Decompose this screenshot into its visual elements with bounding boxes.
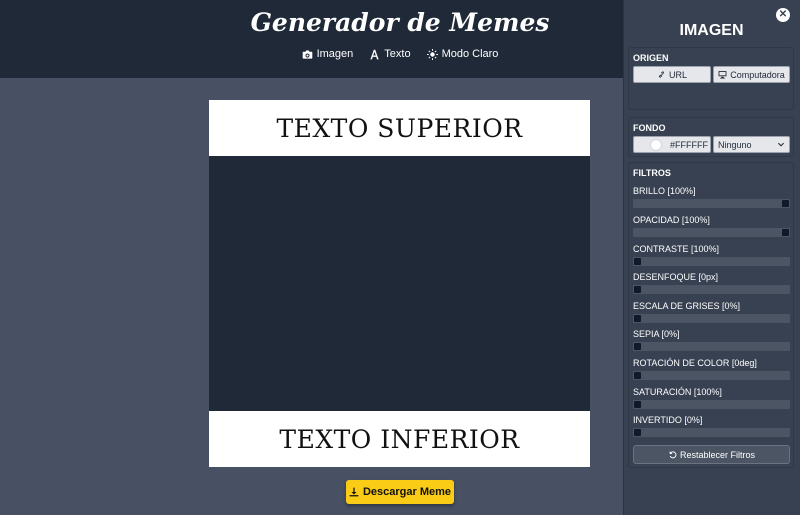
filter-contraste-label: CONTRASTE [100%] bbox=[633, 244, 720, 254]
font-icon bbox=[370, 49, 379, 59]
slider-thumb[interactable] bbox=[634, 315, 641, 322]
filter-sepia-slider[interactable] bbox=[633, 342, 790, 351]
filter-brillo: BRILLO [100%] bbox=[633, 186, 790, 208]
filter-rotacion-color-label: ROTACIÓN DE COLOR [0deg] bbox=[633, 358, 757, 368]
nav-imagen[interactable]: Imagen bbox=[302, 48, 354, 60]
close-icon: ✕ bbox=[778, 9, 788, 20]
camera-icon bbox=[302, 49, 312, 59]
url-button[interactable]: URL bbox=[633, 66, 711, 83]
origen-label: ORIGEN bbox=[633, 53, 669, 63]
nav-modo-claro[interactable]: Modo Claro bbox=[426, 48, 499, 60]
slider-thumb[interactable] bbox=[634, 429, 641, 436]
filter-contraste-slider[interactable] bbox=[633, 257, 790, 266]
filter-escala-grises-label: ESCALA DE GRISES [0%] bbox=[633, 301, 741, 311]
desktop-icon bbox=[718, 71, 727, 79]
filter-invertido-label: INVERTIDO [0%] bbox=[633, 415, 703, 425]
computadora-button[interactable]: Computadora bbox=[713, 66, 790, 83]
meme-top-text: TEXTO SUPERIOR bbox=[209, 100, 590, 156]
filter-sepia-label: SEPIA [0%] bbox=[633, 329, 680, 339]
filter-contraste: CONTRASTE [100%] bbox=[633, 244, 790, 266]
filter-desenfoque-slider[interactable] bbox=[633, 285, 790, 294]
filter-invertido-slider[interactable] bbox=[633, 428, 790, 437]
color-swatch bbox=[650, 138, 662, 151]
slider-thumb[interactable] bbox=[634, 401, 641, 408]
filter-rotacion-color: ROTACIÓN DE COLOR [0deg] bbox=[633, 358, 790, 380]
filter-desenfoque-label: DESENFOQUE [0px] bbox=[633, 272, 719, 282]
filter-escala-grises-slider[interactable] bbox=[633, 314, 790, 323]
undo-icon bbox=[669, 451, 677, 459]
background-color-picker[interactable]: #FFFFFF bbox=[633, 136, 711, 153]
filter-opacidad: OPACIDAD [100%] bbox=[633, 215, 790, 237]
meme-canvas: TEXTO SUPERIOR TEXTO INFERIOR bbox=[209, 100, 590, 467]
close-panel-button[interactable]: ✕ bbox=[776, 8, 790, 22]
filter-opacidad-slider[interactable] bbox=[633, 228, 790, 237]
download-meme-label: Descargar Meme bbox=[362, 486, 452, 498]
meme-bottom-text: TEXTO INFERIOR bbox=[209, 411, 590, 467]
filtros-label: FILTROS bbox=[633, 168, 671, 178]
slider-thumb[interactable] bbox=[782, 200, 789, 207]
download-meme-button[interactable]: Descargar Meme bbox=[346, 480, 454, 504]
filter-escala-grises: ESCALA DE GRISES [0%] bbox=[633, 301, 790, 323]
filter-saturacion-slider[interactable] bbox=[633, 400, 790, 409]
nav-texto[interactable]: Texto bbox=[369, 48, 411, 60]
filter-opacidad-label: OPACIDAD [100%] bbox=[633, 215, 710, 225]
fondo-label: FONDO bbox=[633, 123, 666, 133]
slider-thumb[interactable] bbox=[634, 258, 641, 265]
slider-thumb[interactable] bbox=[782, 229, 789, 236]
color-value: #FFFFFF bbox=[670, 139, 708, 150]
blend-mode-value: Ninguno bbox=[718, 139, 752, 150]
chevron-down-icon bbox=[778, 142, 784, 146]
filter-brillo-slider[interactable] bbox=[633, 199, 790, 208]
filter-saturacion-label: SATURACIÓN [100%] bbox=[633, 387, 722, 397]
filter-brillo-label: BRILLO [100%] bbox=[633, 186, 696, 196]
filter-sepia: SEPIA [0%] bbox=[633, 329, 790, 351]
slider-thumb[interactable] bbox=[634, 286, 641, 293]
filter-invertido: INVERTIDO [0%] bbox=[633, 415, 790, 437]
reset-filters-label: Restablecer Filtros bbox=[679, 449, 756, 460]
nav-texto-label: Texto bbox=[384, 48, 411, 60]
link-icon bbox=[659, 71, 664, 78]
filter-rotacion-color-slider[interactable] bbox=[633, 371, 790, 380]
computadora-button-label: Computadora bbox=[730, 69, 785, 80]
nav-imagen-label: Imagen bbox=[316, 48, 354, 60]
filter-saturacion: SATURACIÓN [100%] bbox=[633, 387, 790, 409]
download-icon bbox=[349, 487, 359, 497]
reset-filters-button[interactable]: Restablecer Filtros bbox=[633, 445, 790, 464]
nav-modo-claro-label: Modo Claro bbox=[441, 48, 499, 60]
slider-thumb[interactable] bbox=[634, 372, 641, 379]
sun-icon bbox=[426, 48, 438, 60]
slider-thumb[interactable] bbox=[634, 343, 641, 350]
filter-desenfoque: DESENFOQUE [0px] bbox=[633, 272, 790, 294]
url-button-label: URL bbox=[668, 69, 687, 80]
blend-mode-select[interactable]: Ninguno bbox=[713, 136, 790, 153]
panel-title: IMAGEN bbox=[679, 22, 744, 39]
